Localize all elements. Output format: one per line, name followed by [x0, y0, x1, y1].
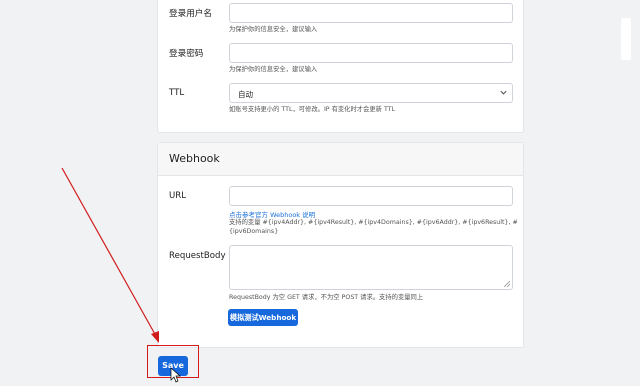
annotation-arrow-line — [61, 167, 157, 337]
annotation-arrow-head — [151, 331, 159, 343]
cursor-icon — [170, 367, 181, 383]
annotation-overlay — [61, 167, 181, 383]
